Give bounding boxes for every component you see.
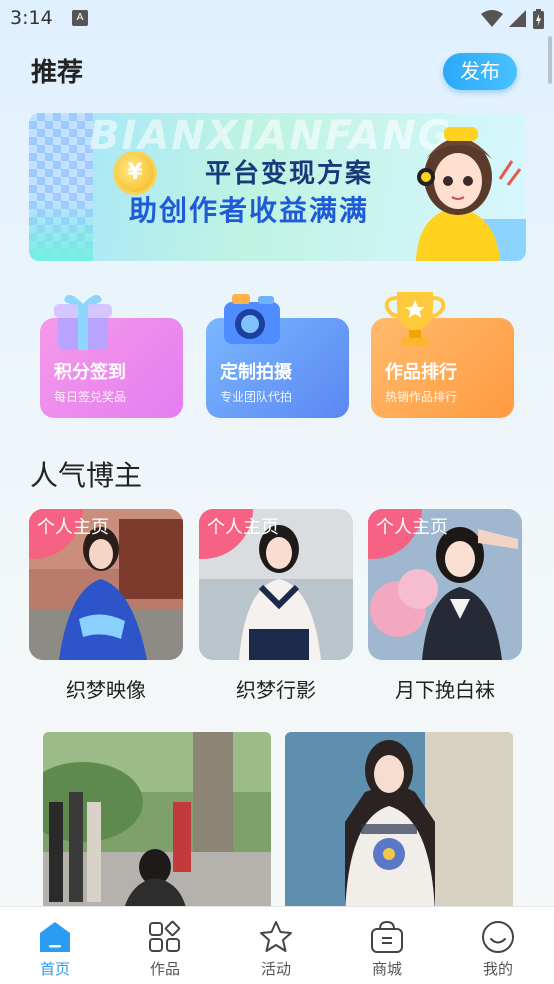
- tab-profile[interactable]: 我的: [443, 907, 553, 984]
- smile-face-icon: [482, 921, 514, 953]
- feature-title: 积分签到: [54, 362, 126, 383]
- status-icons: [481, 9, 544, 29]
- feature-subtitle: 热销作品排行: [385, 390, 458, 404]
- works-grid-icon: [149, 920, 181, 952]
- blogger-card[interactable]: 个人主页: [29, 509, 183, 660]
- feature-subtitle: 专业团队代拍: [220, 390, 293, 404]
- banner-subheadline: 助创作者收益满满: [129, 194, 370, 227]
- tab-label: 首页: [39, 960, 70, 978]
- feature-title: 定制拍摄: [220, 362, 292, 383]
- home-icon: [40, 922, 70, 952]
- post-card[interactable]: [43, 732, 271, 912]
- profile-tag-label: 个人主页: [376, 517, 448, 538]
- keyboard-indicator-icon: A: [72, 10, 88, 26]
- status-time: 3:14: [10, 7, 53, 29]
- feature-card-checkin[interactable]: 积分签到 每日签兑奖品: [40, 294, 183, 418]
- feature-card-custom-shoot[interactable]: 定制拍摄 专业团队代拍: [206, 294, 349, 418]
- feature-card-ranking[interactable]: 作品排行 热销作品排行: [371, 292, 514, 418]
- banner-character-illustration: [416, 127, 526, 261]
- shopping-bag-icon: [371, 920, 403, 953]
- post-photo: [43, 732, 271, 912]
- status-bar: 3:14 A: [0, 0, 554, 36]
- tab-label: 作品: [149, 960, 180, 978]
- feature-title: 作品排行: [385, 362, 457, 383]
- battery-icon: [533, 9, 544, 29]
- blogger-name[interactable]: 织梦映像: [29, 674, 183, 703]
- blogger-card[interactable]: 个人主页: [368, 509, 522, 660]
- tab-label: 我的: [482, 960, 513, 978]
- banner-pattern: [29, 113, 93, 261]
- scrollbar[interactable]: [548, 36, 552, 84]
- banner-headline: 平台变现方案: [205, 159, 374, 189]
- blogger-name[interactable]: 织梦行影: [199, 674, 353, 703]
- feature-subtitle: 每日签兑奖品: [54, 390, 127, 404]
- signal-icon: [509, 10, 526, 27]
- publish-button[interactable]: 发布: [443, 53, 517, 90]
- blogger-card[interactable]: 个人主页: [199, 509, 353, 660]
- bottom-tab-bar: 首页 作品 活动 商城 我的: [0, 906, 554, 984]
- page-title: 推荐: [31, 58, 84, 88]
- tab-mall[interactable]: 商城: [332, 907, 442, 984]
- profile-tag-label: 个人主页: [37, 517, 109, 538]
- camera-icon: [224, 294, 280, 344]
- tab-works[interactable]: 作品: [110, 907, 220, 984]
- tab-home[interactable]: 首页: [0, 907, 110, 984]
- profile-tag-label: 个人主页: [207, 517, 279, 538]
- promo-banner[interactable]: BIANXIANFANG ¥ 平台变现方案 助创作者收益满满: [29, 113, 526, 261]
- tab-label: 商城: [371, 960, 402, 978]
- blogger-name[interactable]: 月下挽白袜: [368, 674, 522, 703]
- tab-activity[interactable]: 活动: [221, 907, 331, 984]
- wifi-icon: [481, 10, 503, 27]
- post-photo: [285, 732, 513, 912]
- section-title-popular: 人气博主: [30, 459, 143, 492]
- post-card[interactable]: [285, 732, 513, 912]
- trophy-icon: [384, 292, 446, 346]
- star-icon: [260, 921, 292, 952]
- tab-label: 活动: [260, 960, 291, 978]
- gift-box-icon: [54, 294, 112, 350]
